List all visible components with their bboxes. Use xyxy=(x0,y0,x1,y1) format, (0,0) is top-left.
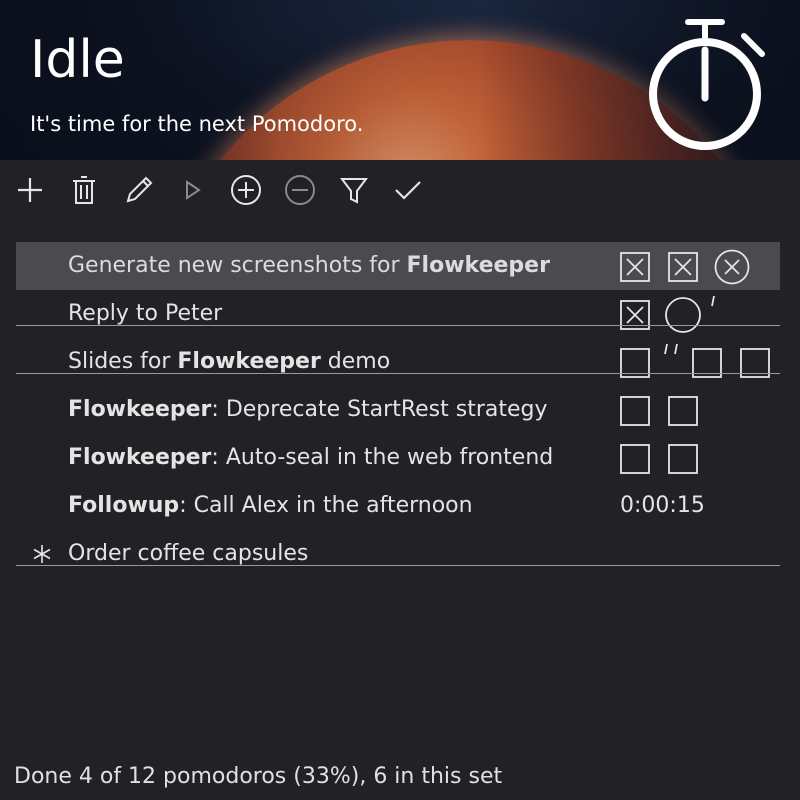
strikethrough xyxy=(16,324,780,326)
task-row[interactable]: Reply to Peter xyxy=(16,290,780,338)
task-timer: 0:00:15 xyxy=(620,493,705,518)
stopwatch-icon[interactable] xyxy=(640,10,770,150)
strikethrough xyxy=(16,564,780,566)
task-title[interactable]: Followup: Call Alex in the afternoon xyxy=(68,493,473,518)
toolbar xyxy=(0,160,800,220)
interruption-mark-icon xyxy=(660,342,684,372)
task-title[interactable]: Flowkeeper: Auto-seal in the web fronten… xyxy=(68,445,553,470)
pomodoro-running-icon xyxy=(664,296,702,334)
status-title: Idle xyxy=(30,30,125,90)
status-bar: Done 4 of 12 pomodoros (33%), 6 in this … xyxy=(14,764,503,789)
start-icon[interactable] xyxy=(174,172,210,208)
pomodoro-done-icon xyxy=(620,252,650,282)
pomodoro-new-icon xyxy=(668,396,698,426)
complete-icon[interactable] xyxy=(390,172,426,208)
rename-icon[interactable] xyxy=(120,172,156,208)
pomodoro-voided-icon xyxy=(714,249,750,285)
task-row[interactable]: Order coffee capsules xyxy=(16,530,780,578)
task-title[interactable]: Order coffee capsules xyxy=(68,541,308,566)
task-row[interactable]: Followup: Call Alex in the afternoon 0:0… xyxy=(16,482,780,530)
task-title[interactable]: Flowkeeper: Deprecate StartRest strategy xyxy=(68,397,548,422)
add-pomodoro-icon[interactable] xyxy=(228,172,264,208)
task-row[interactable]: Flowkeeper: Auto-seal in the web fronten… xyxy=(16,434,780,482)
interruption-mark-icon xyxy=(708,294,718,324)
task-row[interactable]: Slides for Flowkeeper demo xyxy=(16,338,780,386)
add-icon[interactable] xyxy=(12,172,48,208)
remove-pomodoro-icon[interactable] xyxy=(282,172,318,208)
task-list: Generate new screenshots for Flowkeeper … xyxy=(16,242,780,578)
task-row[interactable]: Generate new screenshots for Flowkeeper xyxy=(16,242,780,290)
task-title[interactable]: Reply to Peter xyxy=(68,301,222,326)
status-header: Idle It's time for the next Pomodoro. xyxy=(0,0,800,160)
asterisk-icon xyxy=(33,545,51,563)
task-title[interactable]: Slides for Flowkeeper demo xyxy=(68,349,390,374)
pomodoro-done-icon xyxy=(668,252,698,282)
pomodoro-new-icon xyxy=(668,444,698,474)
task-title[interactable]: Generate new screenshots for Flowkeeper xyxy=(68,253,550,278)
filter-icon[interactable] xyxy=(336,172,372,208)
status-message: It's time for the next Pomodoro. xyxy=(30,112,364,136)
pomodoro-new-icon xyxy=(620,444,650,474)
strikethrough xyxy=(16,372,780,374)
delete-icon[interactable] xyxy=(66,172,102,208)
pomodoro-new-icon xyxy=(620,396,650,426)
task-row[interactable]: Flowkeeper: Deprecate StartRest strategy xyxy=(16,386,780,434)
